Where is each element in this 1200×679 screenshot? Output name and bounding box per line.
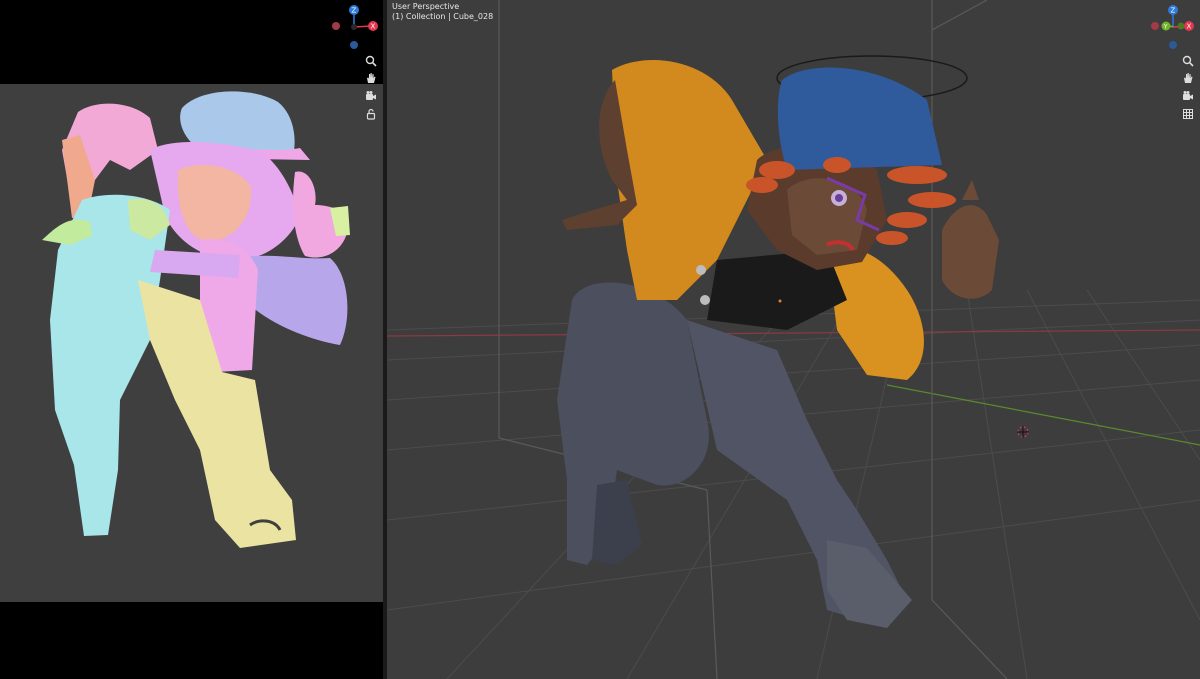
- toolbar-collapse-icon[interactable]: ‹: [387, 8, 388, 18]
- x-axis-line: [387, 329, 1200, 337]
- viewport-perspective-label: User Perspective: [392, 2, 460, 11]
- hand-pan-icon[interactable]: [1179, 69, 1197, 87]
- gizmo-neg-z-axis[interactable]: [1169, 41, 1177, 49]
- 3d-viewport[interactable]: ‹ User Perspective (1) Collection | Cube…: [387, 0, 1200, 679]
- gizmo-neg-x-axis[interactable]: [1151, 22, 1159, 30]
- render-view-pane: Z X: [0, 0, 383, 679]
- viewport-collection-label: (1) Collection | Cube_028: [392, 12, 494, 21]
- gizmo-x-label: X: [371, 23, 376, 31]
- gizmo-z-label: Z: [352, 7, 357, 15]
- navigation-gizmo[interactable]: Z X Y: [1149, 3, 1200, 55]
- hand-pan-icon[interactable]: [362, 69, 380, 87]
- gizmo-neg-z-axis[interactable]: [350, 41, 358, 49]
- gizmo-z-label: Z: [1171, 7, 1176, 15]
- y-axis-line: [886, 384, 1200, 446]
- camera-icon[interactable]: [1179, 87, 1197, 105]
- gizmo-neg-y-axis[interactable]: [1177, 22, 1185, 30]
- zoom-icon[interactable]: [1179, 52, 1197, 70]
- gizmo-x-label: X: [1187, 23, 1192, 31]
- id-map-image: [42, 91, 350, 548]
- lock-icon[interactable]: [362, 105, 380, 123]
- gizmo-y-label: Y: [1163, 24, 1168, 31]
- gizmo-neg-x-axis[interactable]: [332, 22, 340, 30]
- id-map-render: [0, 84, 383, 602]
- navigation-gizmo[interactable]: Z X: [328, 3, 383, 55]
- grid-icon[interactable]: [1179, 105, 1197, 123]
- zoom-icon[interactable]: [362, 52, 380, 70]
- viewport-scene: [387, 0, 1200, 679]
- camera-icon[interactable]: [362, 87, 380, 105]
